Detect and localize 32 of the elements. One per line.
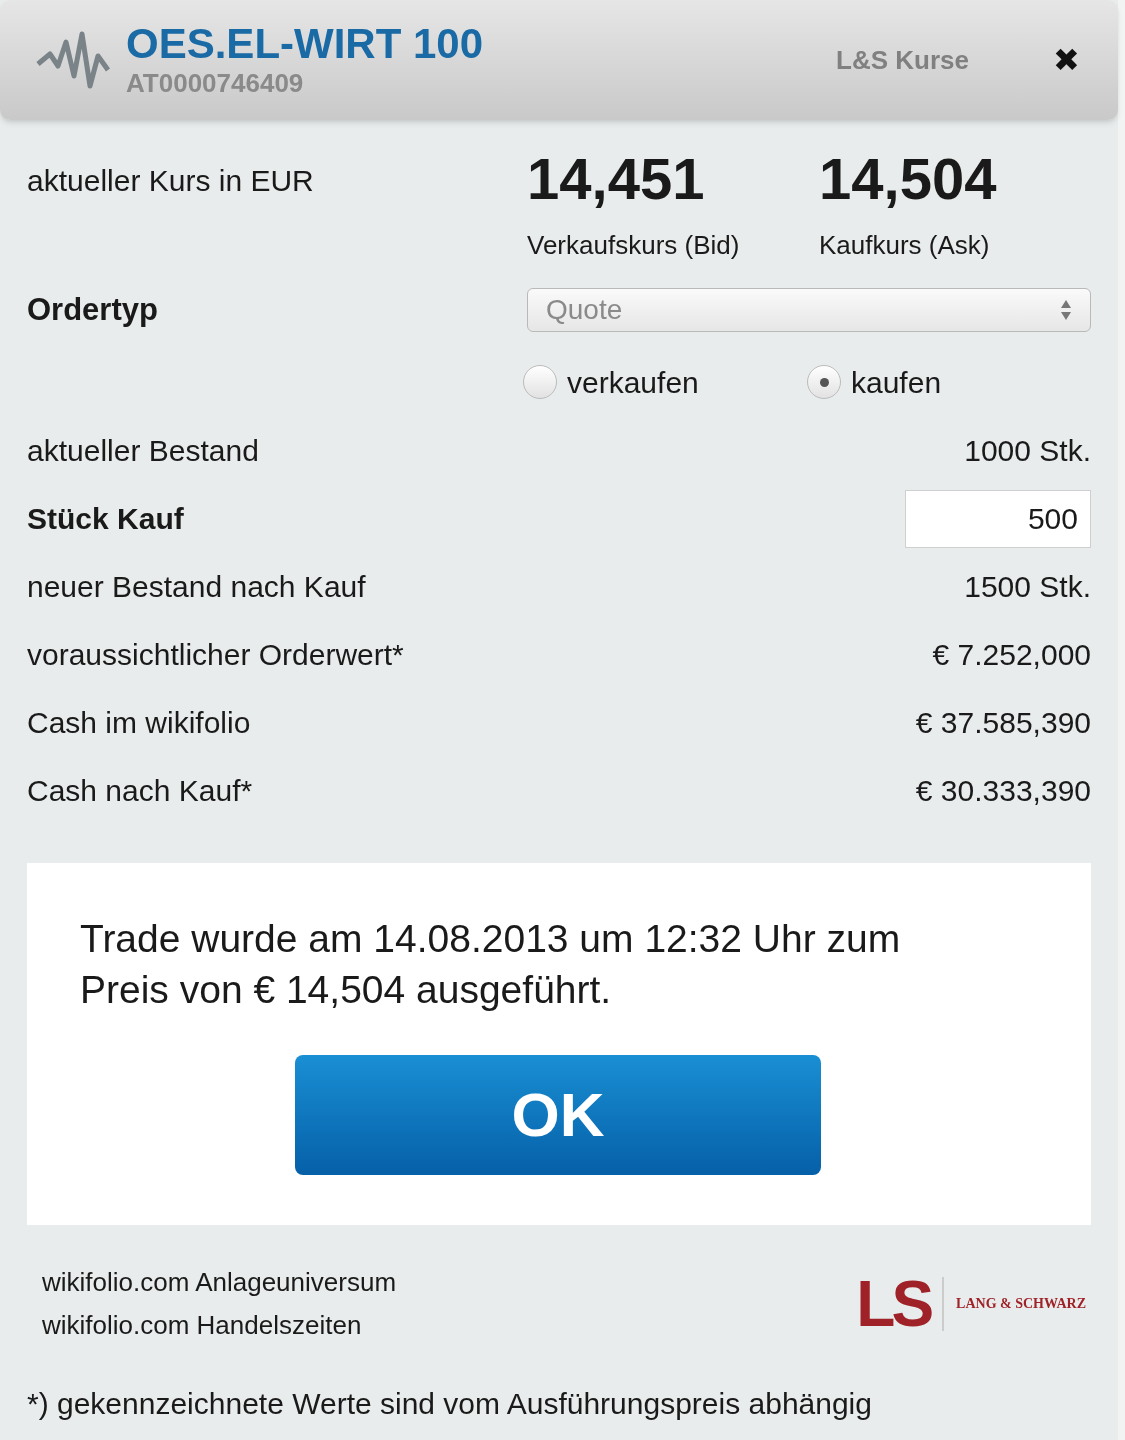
price-label: aktueller Kurs in EUR <box>27 163 315 199</box>
side-radio[interactable]: kaufen <box>807 359 1091 405</box>
isin-text: AT0000746409 <box>126 67 305 99</box>
logo-name: LANG & SCHWARZ <box>956 1295 1086 1313</box>
info-link[interactable]: wikifolio.com Handelszeiten <box>42 1305 397 1345</box>
row-label: neuer Bestand nach Kauf <box>27 569 366 605</box>
notice-message: Trade wurde am 14.08.2013 um 12:32 Uhr zum Preis von € 14,504 ausgeführt. <box>80 915 902 1013</box>
row-label: voraussichtlicher Orderwert* <box>27 637 404 673</box>
row-label: Stück Kauf <box>27 501 184 537</box>
ok-button[interactable]: OK <box>295 1054 821 1175</box>
logo-mark: LS <box>856 1271 931 1336</box>
footnote-text: *) gekennzeichnete Werte sind vom Ausführungspreis abhängig <box>27 1385 873 1422</box>
row-label: Cash nach Kauf* <box>27 773 253 809</box>
close-button[interactable]: ✖ <box>1053 36 1080 84</box>
row-value: € 7.252,000 <box>932 637 1091 673</box>
security-title: OES.EL-WIRT 100 <box>126 21 484 67</box>
side-radio[interactable]: verkaufen <box>523 359 807 405</box>
ordertype-label: Ordertyp <box>27 291 159 329</box>
info-link[interactable]: wikifolio.com Anlageuniversum <box>42 1262 397 1302</box>
bid-label: Verkaufskurs (Bid) <box>527 229 741 262</box>
row-value: 1000 Stk. <box>964 433 1091 469</box>
row-value: € 30.333,390 <box>915 773 1091 809</box>
bid-price: 14,451 <box>527 146 706 212</box>
row-value: € 37.585,390 <box>915 705 1091 741</box>
row-value: 1500 Stk. <box>964 569 1091 605</box>
quantity-field[interactable]: 500 <box>905 489 1091 548</box>
row-label: Cash im wikifolio <box>27 705 251 741</box>
stepper-icon <box>1060 299 1072 322</box>
pulse-icon <box>36 30 112 90</box>
ask-label: Kaufkurs (Ask) <box>819 229 991 262</box>
ask-price: 14,504 <box>819 146 997 212</box>
row-label: aktueller Bestand <box>27 433 259 469</box>
